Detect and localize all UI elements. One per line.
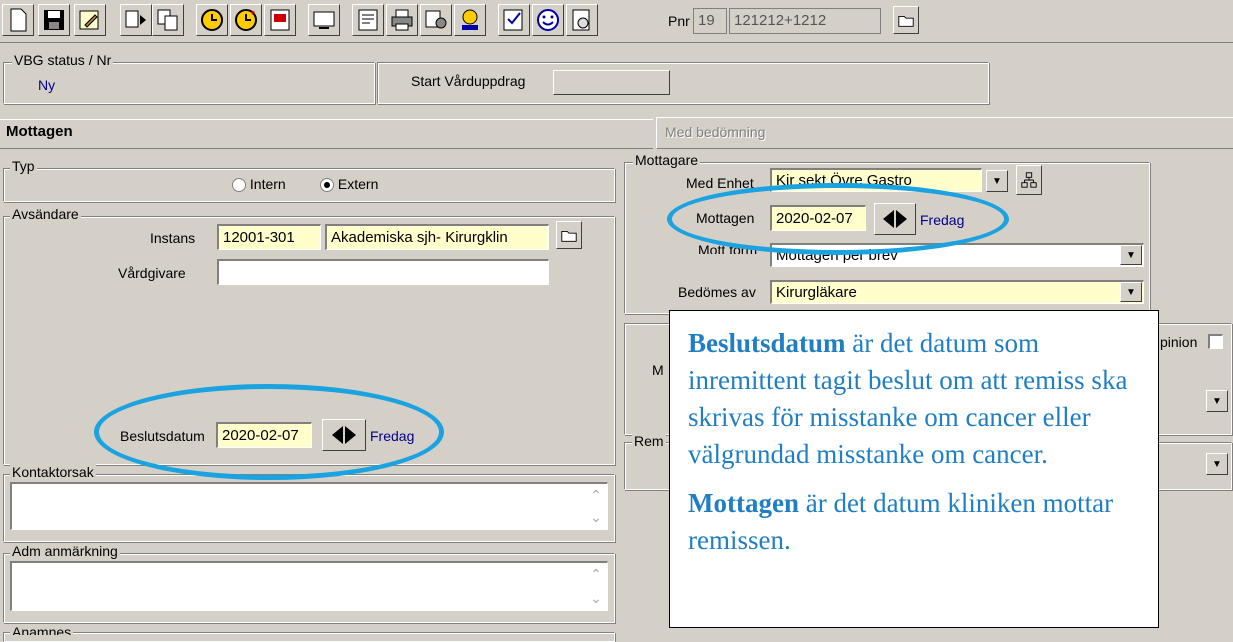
avsandare-legend: Avsändare bbox=[10, 206, 81, 222]
clock-refresh-icon[interactable] bbox=[230, 4, 262, 36]
callout-term-1: Beslutsdatum bbox=[688, 328, 846, 358]
anamnes-group bbox=[3, 632, 615, 642]
pnr-search-button[interactable] bbox=[893, 6, 919, 34]
adm-scrollbar[interactable]: ⌃ ⌄ bbox=[585, 563, 607, 610]
opinion-label: pinion bbox=[1160, 334, 1198, 350]
bedomes-select[interactable]: Kirurgläkare bbox=[770, 280, 1144, 304]
left-right-arrows-icon bbox=[883, 210, 907, 228]
adm-textarea[interactable]: ⌃ ⌄ bbox=[10, 561, 608, 611]
robot-icon[interactable] bbox=[454, 4, 486, 36]
folder-open-icon bbox=[561, 230, 577, 242]
beslutsdatum-label: Beslutsdatum bbox=[120, 428, 205, 444]
med-enhet-dropdown-icon[interactable]: ▼ bbox=[986, 170, 1008, 192]
instans-name-field[interactable]: Akademiska sjh- Kirurgklin bbox=[325, 224, 549, 250]
forward-icon[interactable] bbox=[120, 4, 152, 36]
pnr-century-field[interactable]: 19 bbox=[693, 8, 727, 34]
printer-icon[interactable] bbox=[386, 4, 418, 36]
kontaktorsak-textarea[interactable]: ⌃ ⌄ bbox=[10, 482, 608, 530]
clock-icon[interactable] bbox=[196, 4, 228, 36]
rem-legend: Rem bbox=[632, 433, 666, 449]
monitor-icon[interactable] bbox=[308, 4, 340, 36]
callout-paragraph-1: Beslutsdatum är det datum som inremitten… bbox=[688, 325, 1140, 473]
stamp-icon[interactable] bbox=[420, 4, 452, 36]
instans-lookup-button[interactable] bbox=[556, 221, 582, 249]
mottagen-label: Mottagen bbox=[696, 210, 755, 226]
bedomes-dropdown-icon[interactable]: ▼ bbox=[1120, 282, 1142, 302]
beslutsdatum-day: Fredag bbox=[370, 428, 415, 444]
mottagen-header: Mottagen bbox=[6, 123, 73, 140]
start-vardupp-button[interactable] bbox=[553, 70, 670, 95]
mott-form-label: Mott form bbox=[698, 242, 758, 254]
toolbar: Pnr 19 121212+1212 bbox=[0, 0, 1233, 43]
checklist-icon[interactable] bbox=[498, 4, 530, 36]
vbg-status: Ny bbox=[38, 77, 56, 93]
save-icon[interactable] bbox=[38, 4, 70, 36]
smiley-icon[interactable] bbox=[532, 4, 564, 36]
m-label: M bbox=[652, 362, 664, 378]
start-vardupp-label: Start Vårduppdrag bbox=[411, 73, 526, 89]
vbg-group bbox=[3, 62, 375, 104]
edit-icon[interactable] bbox=[74, 4, 106, 36]
beslutsdatum-field[interactable]: 2020-02-07 bbox=[216, 422, 312, 448]
mottagen-calendar-button[interactable] bbox=[874, 203, 916, 235]
beslutsdatum-calendar-button[interactable] bbox=[322, 419, 366, 451]
scroll-down-icon[interactable]: ⌄ bbox=[590, 509, 602, 526]
med-enhet-hierarchy-button[interactable] bbox=[1016, 165, 1042, 195]
folder-open-icon bbox=[898, 15, 914, 27]
radio-extern-label: Extern bbox=[337, 176, 379, 192]
mottagen-field[interactable]: 2020-02-07 bbox=[770, 205, 866, 231]
opinion-checkbox[interactable] bbox=[1208, 334, 1223, 349]
mottagen-header-bar bbox=[0, 119, 653, 149]
rem-dropdown-icon[interactable]: ▼ bbox=[1206, 453, 1228, 475]
hierarchy-icon bbox=[1021, 172, 1037, 188]
bedomes-label: Bedömes av bbox=[678, 284, 756, 300]
pnr-field[interactable]: 121212+1212 bbox=[729, 8, 881, 34]
pnr-label: Pnr bbox=[668, 13, 690, 29]
med-bedomning-label: Med bedömning bbox=[665, 124, 766, 140]
instans-code-field[interactable]: 12001-301 bbox=[217, 224, 321, 250]
mottagare-legend: Mottagare bbox=[633, 152, 701, 168]
med-enhet-label: Med Enhet bbox=[686, 175, 754, 191]
radio-extern-circle[interactable] bbox=[320, 178, 334, 193]
adm-legend: Adm anmärkning bbox=[10, 543, 120, 559]
new-doc-icon[interactable] bbox=[2, 4, 34, 36]
typ-legend: Typ bbox=[10, 158, 37, 174]
info-callout: Beslutsdatum är det datum som inremitten… bbox=[669, 310, 1159, 628]
scroll-up-icon[interactable]: ⌃ bbox=[590, 487, 602, 504]
callout-paragraph-2: Mottagen är det datum kliniken mottar re… bbox=[688, 485, 1140, 559]
scroll-down-icon[interactable]: ⌄ bbox=[590, 590, 602, 607]
anamnes-legend: Anamnes bbox=[10, 624, 74, 635]
med-enhet-select[interactable]: Kir sekt Övre Gastro bbox=[770, 168, 982, 192]
kontaktorsak-scrollbar[interactable]: ⌃ ⌄ bbox=[585, 484, 607, 529]
instans-label: Instans bbox=[150, 230, 196, 246]
vardgivare-field[interactable] bbox=[217, 259, 549, 285]
radio-extern[interactable]: Extern bbox=[320, 176, 379, 193]
mott-form-dropdown-icon[interactable]: ▼ bbox=[1120, 245, 1142, 265]
print-preview-icon[interactable] bbox=[264, 4, 296, 36]
hidden-dropdown-icon-1[interactable]: ▼ bbox=[1206, 390, 1228, 412]
radio-intern-circle[interactable] bbox=[232, 178, 246, 193]
kontaktorsak-legend: Kontaktorsak bbox=[10, 464, 96, 480]
mott-form-select[interactable]: Mottagen per brev bbox=[770, 243, 1144, 267]
left-right-arrows-icon bbox=[332, 426, 356, 444]
radio-intern-label: Intern bbox=[249, 176, 286, 192]
copy-icon[interactable] bbox=[152, 4, 184, 36]
doc-person-icon[interactable] bbox=[566, 4, 598, 36]
scroll-up-icon[interactable]: ⌃ bbox=[590, 566, 602, 583]
notes-icon[interactable] bbox=[352, 4, 384, 36]
typ-group bbox=[3, 168, 615, 202]
callout-term-2: Mottagen bbox=[688, 488, 799, 518]
radio-intern[interactable]: Intern bbox=[232, 176, 286, 193]
vardgivare-label: Vårdgivare bbox=[118, 265, 186, 281]
vbg-legend: VBG status / Nr bbox=[12, 52, 114, 68]
mottagen-day: Fredag bbox=[920, 212, 965, 228]
